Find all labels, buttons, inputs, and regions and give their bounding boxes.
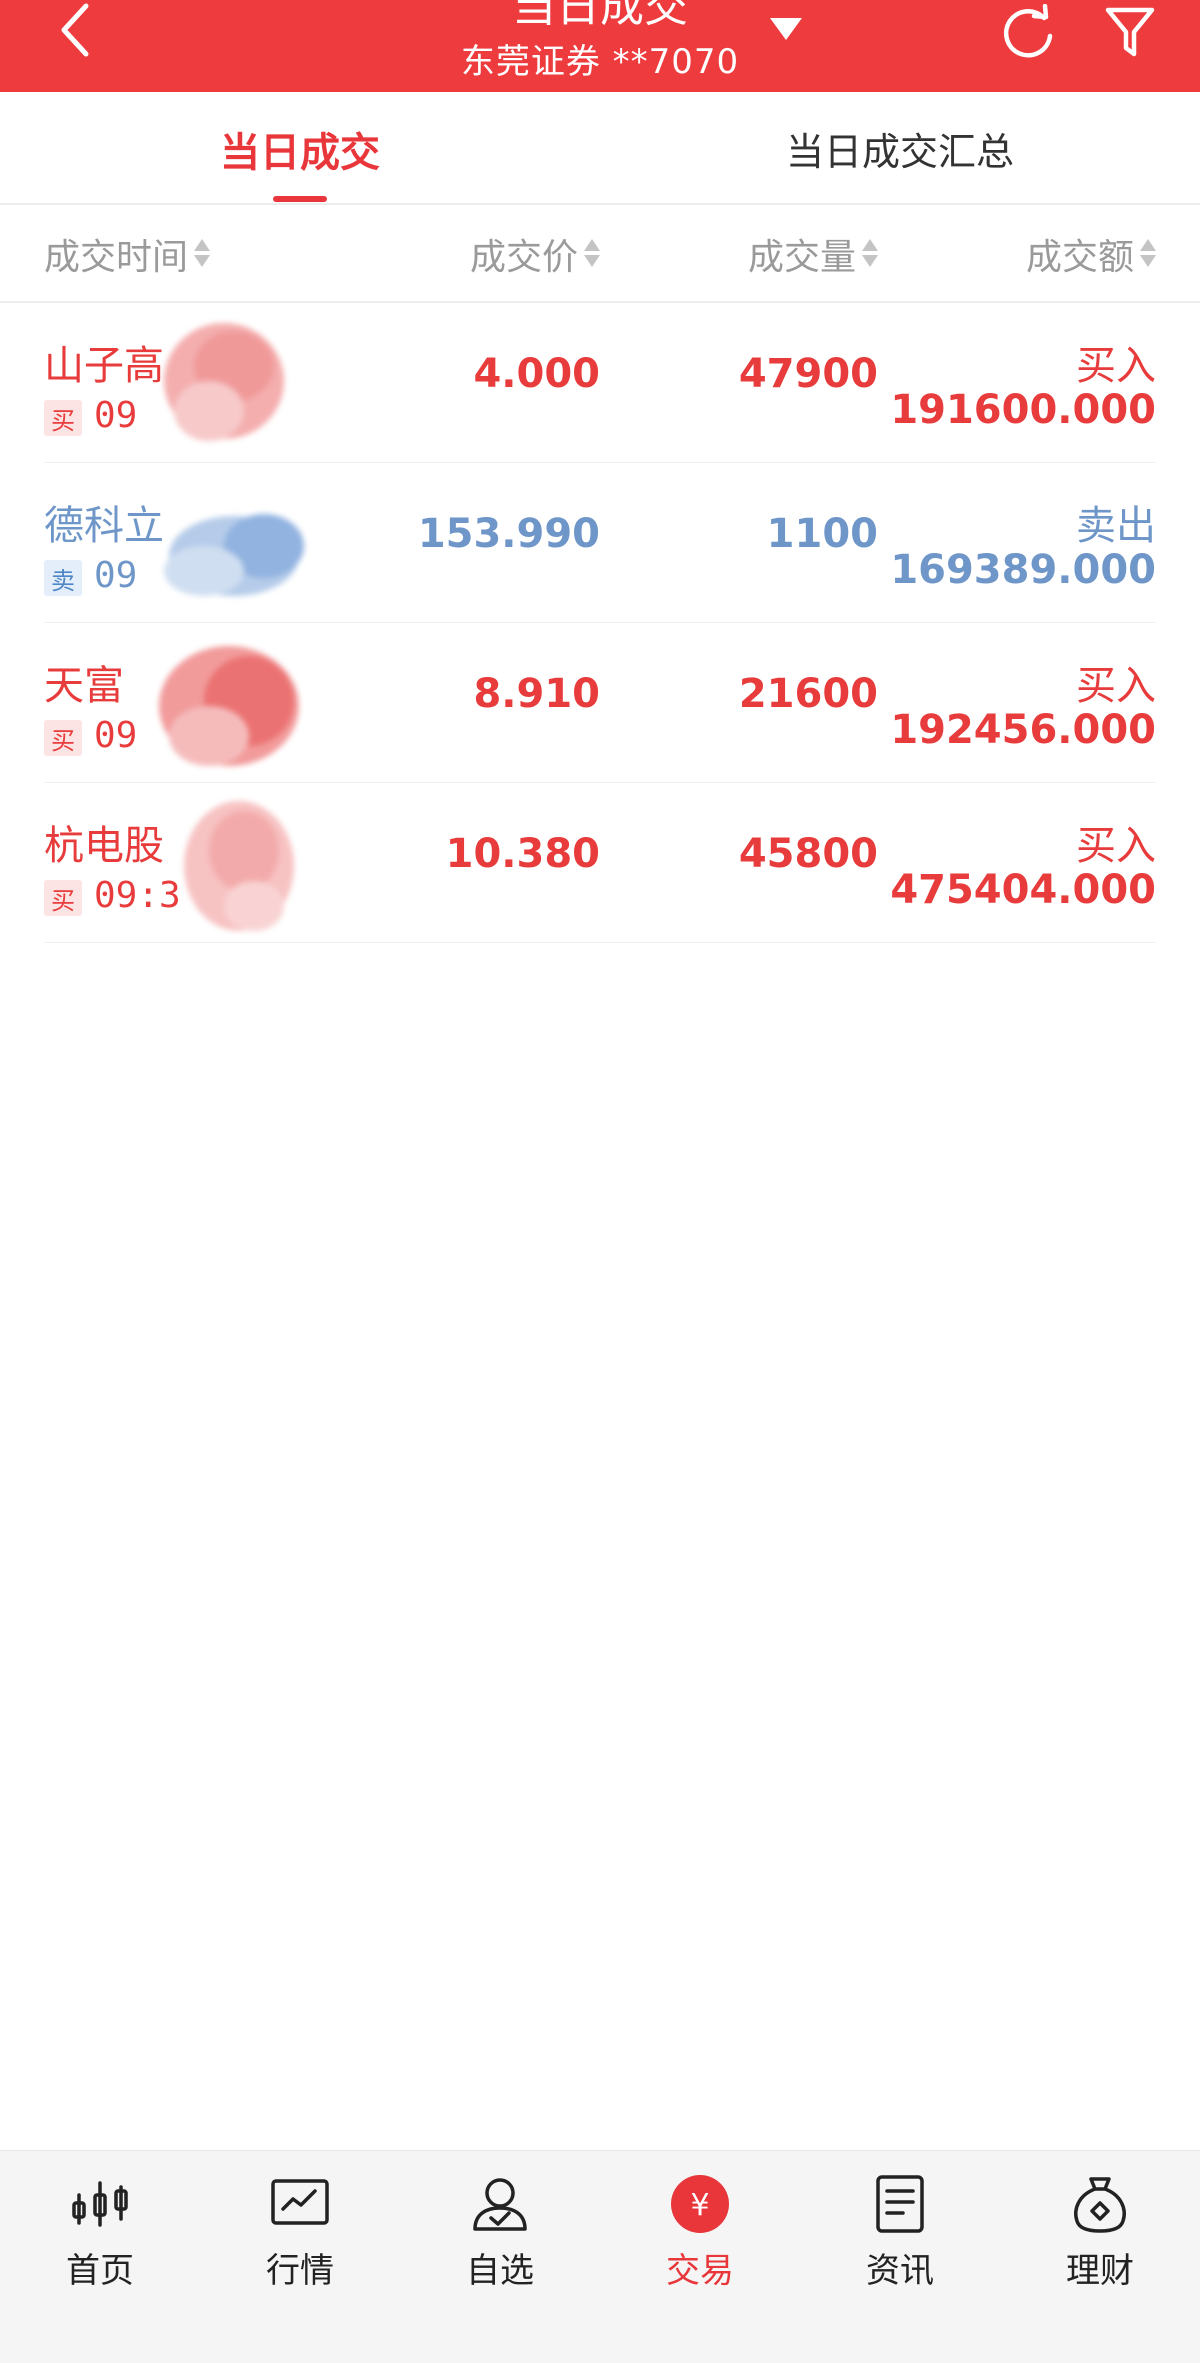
tab-today-summary[interactable]: 当日成交汇总	[720, 92, 1080, 205]
dropdown-triangle-icon[interactable]	[768, 16, 804, 42]
nav-label: 首页	[66, 2251, 134, 2291]
trade-list: 山子高 买 09 4.000 47900 买入 191600.000 德科立 卖…	[0, 303, 1200, 943]
filter-icon[interactable]	[1104, 6, 1156, 58]
trade-amount: 169389.000	[890, 547, 1156, 593]
chart-icon	[271, 2179, 329, 2225]
trade-amount: 191600.000	[890, 387, 1156, 433]
buy-tag: 买	[44, 720, 82, 756]
sort-icon	[584, 237, 600, 271]
trade-direction: 买入	[1076, 823, 1156, 869]
active-tab-indicator	[273, 196, 327, 202]
refresh-icon[interactable]	[1000, 4, 1056, 60]
column-label-amount: 成交额	[1025, 237, 1134, 278]
trade-row[interactable]: 山子高 买 09 4.000 47900 买入 191600.000	[44, 303, 1156, 463]
privacy-scribble	[184, 801, 294, 931]
nav-trade[interactable]: ¥ 交易	[600, 2173, 800, 2323]
svg-text:¥: ¥	[690, 2188, 709, 2223]
trade-row[interactable]: 天富 买 09 8.910 21600 买入 192456.000	[44, 623, 1156, 783]
document-icon	[876, 2175, 924, 2233]
privacy-scribble	[164, 323, 284, 441]
candlestick-icon	[72, 2181, 128, 2227]
user-check-icon	[473, 2178, 527, 2231]
title-bar: 当日成交 东莞证券 **7070	[0, 0, 1200, 92]
nav-watchlist[interactable]: 自选	[400, 2173, 600, 2323]
tab-bar: 当日成交 当日成交汇总	[0, 92, 1200, 205]
trade-amount: 192456.000	[890, 707, 1156, 753]
trade-row[interactable]: 杭电股 买 09:3 10.380 45800 买入 475404.000	[44, 783, 1156, 943]
sort-icon	[194, 237, 211, 271]
trade-direction: 买入	[1076, 663, 1156, 709]
sell-tag: 卖	[44, 560, 82, 596]
nav-wealth[interactable]: 理财	[1000, 2173, 1200, 2323]
sort-icon	[1140, 237, 1156, 271]
trade-price: 8.910	[473, 671, 600, 717]
trade-volume: 1100	[766, 511, 878, 557]
column-label-price: 成交价	[469, 237, 578, 278]
nav-label: 资讯	[866, 2251, 934, 2291]
column-label-volume: 成交量	[747, 237, 856, 278]
tab-today-trades[interactable]: 当日成交	[150, 92, 450, 205]
stock-name: 天富	[44, 663, 124, 709]
trade-volume: 47900	[738, 351, 878, 397]
nav-label: 交易	[666, 2251, 734, 2291]
trade-amount: 475404.000	[890, 867, 1156, 913]
nav-news[interactable]: 资讯	[800, 2173, 1000, 2323]
trade-direction: 买入	[1076, 343, 1156, 389]
trade-price: 10.380	[445, 831, 600, 877]
buy-tag: 买	[44, 400, 82, 436]
trade-price: 4.000	[473, 351, 600, 397]
sort-icon	[862, 237, 878, 271]
trade-direction: 卖出	[1076, 503, 1156, 549]
sort-by-amount[interactable]: 成交额	[1026, 205, 1156, 303]
nav-home[interactable]: 首页	[0, 2173, 200, 2323]
sort-by-price[interactable]: 成交价	[470, 205, 600, 303]
yuan-icon: ¥	[671, 2175, 729, 2233]
nav-market[interactable]: 行情	[200, 2173, 400, 2323]
privacy-scribble	[159, 646, 299, 766]
trade-price: 153.990	[417, 511, 600, 557]
sort-by-time[interactable]: 成交时间	[44, 205, 211, 303]
column-label-time: 成交时间	[44, 237, 189, 278]
nav-label: 自选	[466, 2251, 534, 2291]
bottom-nav: 首页 行情 自选 ¥ 交易 资讯 理财	[0, 2150, 1200, 2363]
nav-label: 行情	[266, 2251, 334, 2291]
nav-label: 理财	[1066, 2251, 1134, 2291]
trade-volume: 45800	[738, 831, 878, 877]
buy-tag: 买	[44, 880, 82, 916]
trade-row[interactable]: 德科立 卖 09 153.990 1100 卖出 169389.000	[44, 463, 1156, 623]
trade-volume: 21600	[738, 671, 878, 717]
column-header: 成交时间 成交价 成交量 成交额	[0, 205, 1200, 303]
privacy-scribble	[164, 514, 304, 596]
money-bag-icon	[1074, 2177, 1126, 2233]
sort-by-volume[interactable]: 成交量	[748, 205, 878, 303]
